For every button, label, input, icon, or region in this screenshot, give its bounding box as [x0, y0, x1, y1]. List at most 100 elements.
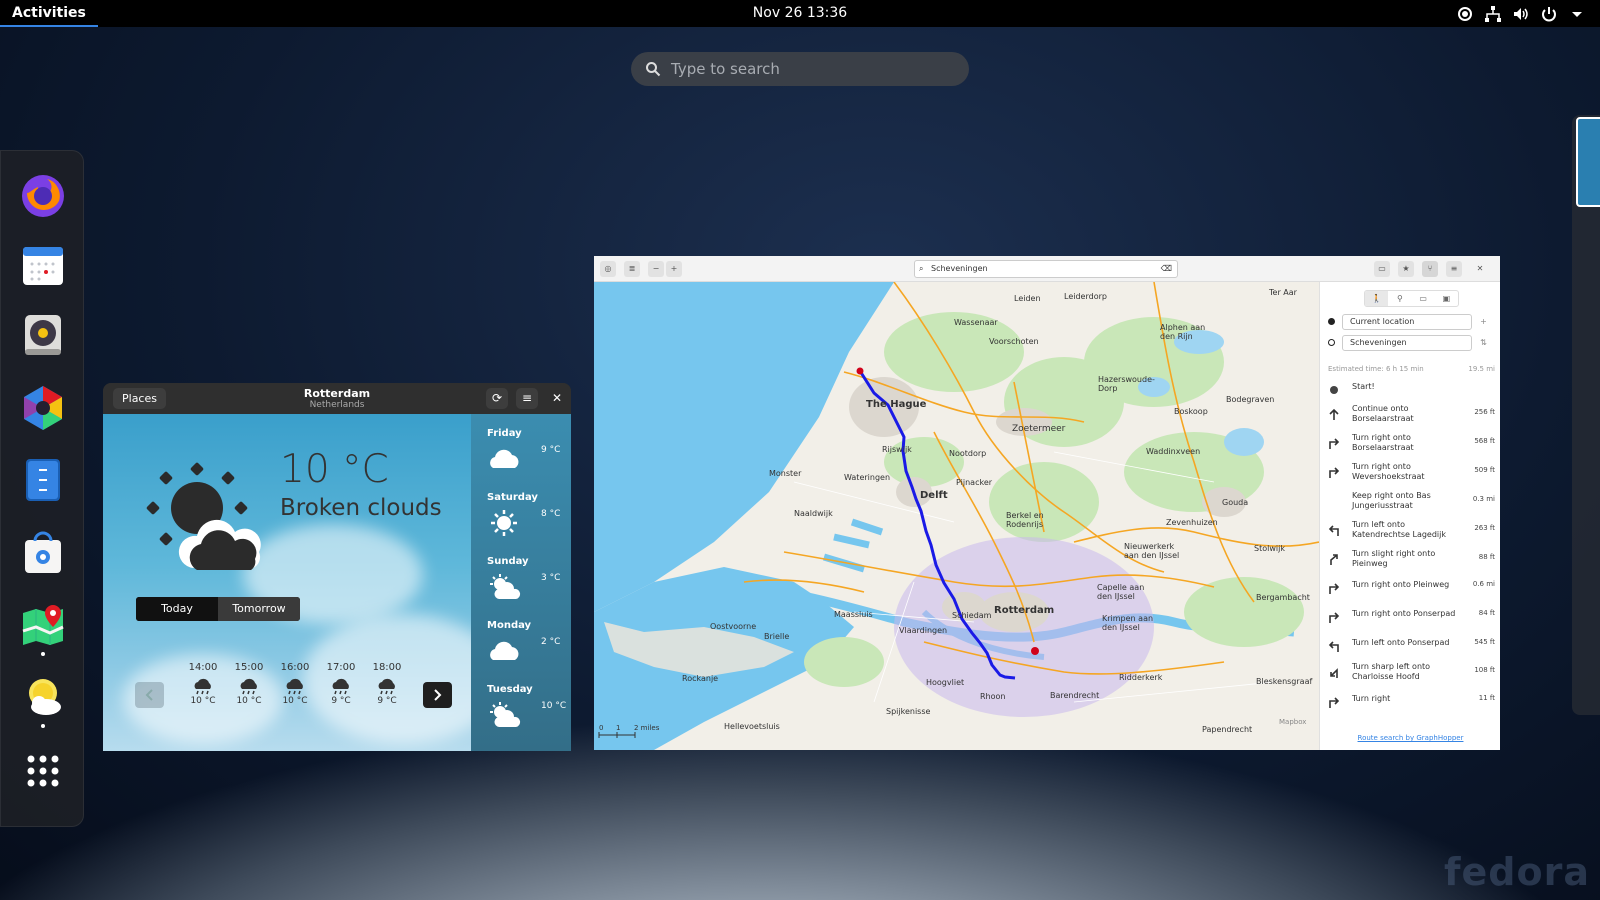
weather-icon[interactable]	[19, 673, 67, 721]
step-distance: 108 ft	[1474, 666, 1495, 674]
route-step[interactable]: Turn left onto Katendrechtse Lagedijk 263…	[1328, 520, 1495, 549]
transit-mode-icon[interactable]: ▣	[1435, 291, 1458, 306]
map-view[interactable]: Leiden Leiderdorp The Hague Zoetermeer D…	[594, 282, 1319, 750]
step-text: Turn left onto Ponserpad	[1352, 638, 1450, 647]
map-label: Delft	[920, 490, 948, 501]
step-distance: 568 ft	[1474, 437, 1495, 445]
destination-marker-icon	[1328, 339, 1335, 346]
favorites-button[interactable]: ★	[1398, 261, 1414, 277]
route-step[interactable]: Turn left onto Ponserpad 545 ft	[1328, 636, 1495, 665]
maps-icon[interactable]	[19, 601, 67, 649]
workspace-thumbnail[interactable]	[1576, 117, 1600, 207]
clear-icon[interactable]: ⌫	[1161, 261, 1172, 277]
step-text: Turn slight right onto Pieinweg	[1352, 549, 1436, 568]
map-label: Voorschoten	[989, 337, 1039, 346]
bike-mode-icon[interactable]: ⚲	[1388, 291, 1411, 306]
cloud-rain-icon	[194, 678, 211, 695]
cloudy-icon	[490, 641, 519, 660]
system-tray[interactable]	[1456, 5, 1586, 23]
route-step[interactable]: Turn right onto Pleinweg 0.6 mi	[1328, 578, 1495, 607]
workspace-preview[interactable]	[1572, 115, 1600, 715]
zoom-out-button[interactable]: −	[648, 261, 664, 277]
swap-route-button[interactable]: ⇅	[1476, 335, 1491, 350]
chevron-left-icon	[145, 689, 153, 701]
maps-menu-button[interactable]: ≡	[1446, 261, 1462, 277]
turn-right-icon	[1329, 438, 1340, 449]
route-step[interactable]: Keep right onto Bas Jungeriusstraat 0.3 m…	[1328, 491, 1495, 520]
refresh-button[interactable]: ⟳	[486, 388, 508, 409]
daily-item: Tuesday 10 °C	[487, 684, 567, 748]
weather-window[interactable]: Places Rotterdam Netherlands ⟳ ≡ ✕ 10 °C…	[103, 383, 571, 751]
show-apps-icon[interactable]	[19, 747, 67, 795]
add-via-button[interactable]: +	[1476, 314, 1491, 329]
transport-modes[interactable]: 🚶 ⚲ ▭ ▣	[1364, 290, 1459, 307]
turn-right-icon	[1329, 697, 1340, 708]
step-text: Keep right onto Bas Jungeriusstraat	[1352, 491, 1431, 510]
tab-tomorrow[interactable]: Tomorrow	[218, 597, 300, 621]
close-icon: ✕	[1476, 264, 1484, 273]
power-icon	[1542, 7, 1556, 22]
clock[interactable]: Nov 26 13:36	[0, 0, 1600, 27]
map-label: Bleskensgraaf	[1256, 677, 1313, 686]
map-label: Rhoon	[980, 692, 1006, 701]
network-icon	[1485, 6, 1501, 22]
files-icon[interactable]	[19, 456, 67, 504]
calendar-icon[interactable]	[19, 241, 67, 289]
broken-clouds-icon	[146, 462, 261, 570]
hour-time: 16:00	[280, 662, 310, 673]
graphhopper-link[interactable]: Route search by GraphHopper	[1320, 734, 1500, 742]
photos-icon[interactable]	[19, 384, 67, 432]
day-name: Saturday	[487, 492, 538, 503]
route-step[interactable]: Turn right onto Borselaarstraat 568 ft	[1328, 433, 1495, 462]
step-text: Continue onto Borselaarstraat	[1352, 404, 1414, 423]
layers-button[interactable]: ≣	[624, 261, 640, 277]
route-from-input[interactable]: Current location	[1342, 314, 1472, 330]
map-label: Zoetermeer	[1012, 424, 1066, 434]
step-text: Start!	[1352, 382, 1375, 391]
hourly-item: 18:00 9 °C	[367, 662, 407, 706]
chevron-down-icon	[1572, 12, 1582, 17]
walk-mode-icon[interactable]: 🚶	[1365, 291, 1389, 306]
hourly-next-button[interactable]	[423, 682, 452, 708]
map-label: Leiderdorp	[1064, 292, 1107, 301]
step-text: Turn right onto Ponserpad	[1352, 609, 1456, 618]
map-attribution[interactable]: Mapbox	[1279, 718, 1306, 726]
hour-time: 18:00	[372, 662, 402, 673]
route-step[interactable]: Turn right onto Wevershoekstraat 509 ft	[1328, 462, 1495, 491]
hourly-prev-button[interactable]	[135, 682, 164, 708]
search-input[interactable]: Type to search	[631, 52, 969, 86]
menu-button[interactable]: ≡	[516, 388, 538, 409]
close-icon: ✕	[551, 391, 563, 405]
route-step[interactable]: Continue onto Borselaarstraat 256 ft	[1328, 404, 1495, 433]
hour-temp: 9 °C	[331, 696, 351, 706]
route-step[interactable]: Turn right 11 ft	[1328, 692, 1495, 721]
route-step[interactable]: Turn sharp left onto Charloisse Hoofd 108…	[1328, 662, 1495, 691]
daily-forecast: Friday 9 °C Saturday 8 °C Sunday 3 °C Monda…	[471, 414, 571, 751]
car-mode-icon[interactable]: ▭	[1412, 291, 1435, 306]
scale-label: 0	[599, 724, 604, 732]
maps-search-input[interactable]: ⌕ Scheveningen ⌫	[914, 260, 1178, 278]
route-button[interactable]: ⑂	[1422, 261, 1438, 277]
map-label: Naaldwijk	[794, 509, 833, 518]
maps-window[interactable]: ◎ ≣ − + ⌕ Scheveningen ⌫ ▭ ★ ⑂ ≡ ✕ Leide…	[594, 256, 1500, 750]
turn-left-icon	[1328, 641, 1339, 652]
rhythmbox-icon[interactable]	[19, 311, 67, 359]
step-distance: 84 ft	[1478, 609, 1495, 617]
route-icon: ⑂	[1427, 264, 1433, 273]
locate-button[interactable]: ◎	[600, 261, 616, 277]
print-button[interactable]: ▭	[1374, 261, 1390, 277]
day-tabs[interactable]: Today Tomorrow	[136, 597, 300, 621]
zoom-in-button[interactable]: +	[666, 261, 682, 277]
map-label: Oostvoorne	[710, 622, 757, 631]
firefox-icon[interactable]	[19, 171, 67, 219]
close-button[interactable]: ✕	[546, 388, 568, 409]
software-icon[interactable]	[19, 529, 67, 577]
tab-today[interactable]: Today	[136, 597, 218, 621]
minus-icon: −	[652, 264, 660, 273]
route-to-input[interactable]: Scheveningen	[1342, 335, 1472, 351]
route-step[interactable]: Turn slight right onto Pieinweg 88 ft	[1328, 549, 1495, 578]
maps-header: ◎ ≣ − + ⌕ Scheveningen ⌫ ▭ ★ ⑂ ≡ ✕	[594, 256, 1500, 282]
route-step[interactable]: Turn right onto Ponserpad 84 ft	[1328, 607, 1495, 636]
daily-item: Saturday 8 °C	[487, 492, 567, 556]
maps-close-button[interactable]: ✕	[1472, 261, 1488, 277]
